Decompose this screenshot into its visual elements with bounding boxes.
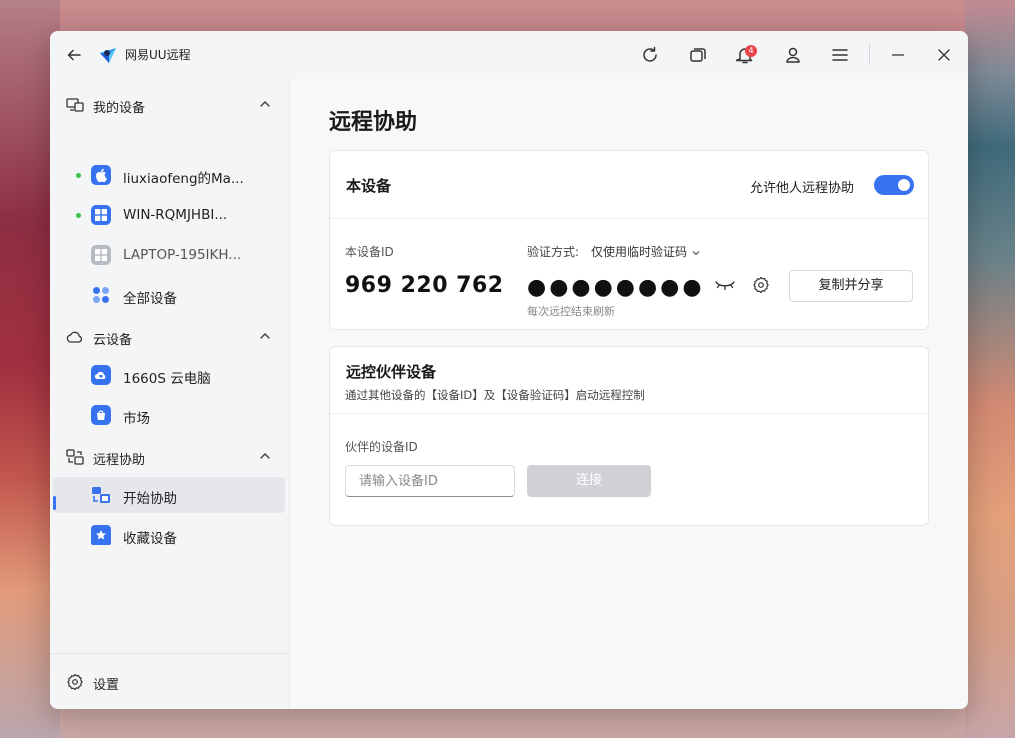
sidebar-item-cloud-pc[interactable]: 1660S 云电脑	[53, 357, 285, 393]
account-button[interactable]	[779, 41, 807, 69]
remote-assist-icon	[66, 449, 84, 465]
sidebar-item-device-win[interactable]: WIN-RQMJHBI...	[53, 197, 285, 233]
sidebar-item-start-assist[interactable]: 开始协助	[53, 477, 285, 513]
gear-icon	[67, 673, 83, 691]
card-divider	[330, 413, 928, 414]
sidebar: 我的设备 liuxiaofeng的Ma... WIN-RQMJHBI... LA…	[50, 79, 290, 709]
page-title: 远程协助	[329, 110, 418, 135]
chevron-up-icon	[260, 453, 270, 459]
verify-method-value: 仅使用临时验证码	[591, 245, 688, 259]
devices-icon	[66, 98, 84, 112]
notification-button[interactable]: 4	[731, 41, 759, 69]
close-button[interactable]	[930, 41, 958, 69]
windows-icon	[91, 245, 111, 265]
close-icon	[938, 49, 950, 61]
notification-badge: 4	[745, 45, 757, 57]
refresh-icon	[643, 46, 657, 62]
sidebar-item-label: 全部设备	[123, 291, 177, 307]
app-window: 网易UU远程 4 我的设备 liuxiaofeng的Ma... WIN-RQMJ…	[50, 31, 968, 709]
sidebar-group-label: 远程协助	[93, 453, 146, 468]
apple-icon	[91, 165, 111, 185]
main-content: 远程协助 本设备 允许他人远程协助 本设备ID 969 220 762 验证方式…	[290, 79, 968, 709]
chevron-up-icon	[260, 333, 270, 339]
settings-label: 设置	[93, 678, 120, 693]
verification-code-masked: ●●●●●●●●	[527, 275, 705, 300]
sidebar-item-label: liuxiaofeng的Ma...	[123, 171, 244, 187]
this-device-title: 本设备	[346, 177, 392, 195]
sidebar-item-label: WIN-RQMJHBI...	[123, 207, 228, 223]
back-button[interactable]	[60, 41, 88, 69]
sidebar-item-label: 市场	[123, 411, 150, 427]
windows-stack-icon	[690, 48, 706, 62]
partner-title: 远控伙伴设备	[346, 363, 437, 381]
sidebar-item-label: LAPTOP-195IKH...	[123, 247, 242, 263]
partner-description: 通过其他设备的【设备ID】及【设备验证码】启动远程控制	[345, 388, 645, 402]
refresh-button[interactable]	[636, 41, 664, 69]
minimize-icon	[892, 54, 904, 56]
cloud-pc-icon	[91, 365, 111, 385]
verify-method-select[interactable]: 仅使用临时验证码	[591, 243, 701, 260]
sidebar-item-label: 开始协助	[123, 491, 177, 507]
favorite-icon	[91, 525, 111, 545]
sidebar-item-device-laptop[interactable]: LAPTOP-195IKH...	[53, 237, 285, 273]
menu-button[interactable]	[826, 41, 854, 69]
verify-method-label: 验证方式:	[527, 245, 580, 259]
card-divider	[330, 218, 928, 219]
user-icon	[786, 47, 800, 63]
copy-share-button[interactable]: 复制并分享	[789, 270, 913, 302]
partner-id-label: 伙伴的设备ID	[345, 440, 418, 454]
title-bar: 网易UU远程 4	[50, 31, 968, 79]
hamburger-menu-icon	[832, 49, 848, 61]
titlebar-divider	[869, 44, 870, 64]
chevron-up-icon	[260, 101, 270, 107]
gear-icon[interactable]	[752, 276, 770, 294]
sidebar-group-label: 我的设备	[93, 101, 146, 116]
sidebar-group-label: 云设备	[93, 333, 133, 348]
start-assist-icon	[91, 485, 111, 505]
sidebar-group-my-devices[interactable]: 我的设备	[50, 85, 290, 125]
all-devices-icon	[91, 285, 111, 305]
sidebar-item-device-mac[interactable]: liuxiaofeng的Ma...	[53, 157, 285, 193]
desktop-wallpaper-right	[965, 0, 1015, 738]
sidebar-item-market[interactable]: 市场	[53, 397, 285, 433]
sidebar-item-label: 1660S 云电脑	[123, 371, 211, 387]
minimize-button[interactable]	[884, 41, 912, 69]
chevron-down-icon	[692, 250, 700, 255]
partner-device-card: 远控伙伴设备 通过其他设备的【设备ID】及【设备验证码】启动远程控制 伙伴的设备…	[329, 346, 929, 526]
allow-remote-toggle[interactable]	[874, 175, 914, 195]
multi-window-button[interactable]	[684, 41, 712, 69]
this-device-card: 本设备 允许他人远程协助 本设备ID 969 220 762 验证方式: 仅使用…	[329, 150, 929, 330]
sidebar-item-all-devices[interactable]: 全部设备	[53, 277, 285, 313]
sidebar-group-remote-assist[interactable]: 远程协助	[50, 437, 290, 477]
active-indicator	[53, 496, 56, 510]
cloud-icon	[66, 331, 83, 343]
sidebar-group-cloud-devices[interactable]: 云设备	[50, 317, 290, 357]
sidebar-item-label: 收藏设备	[123, 531, 177, 547]
sidebar-item-favorites[interactable]: 收藏设备	[53, 517, 285, 553]
device-id-value: 969 220 762	[345, 273, 504, 298]
refresh-note: 每次远控结束刷新	[527, 305, 615, 318]
device-id-label: 本设备ID	[345, 245, 394, 259]
app-logo-icon	[100, 48, 116, 63]
online-status-dot	[76, 173, 81, 178]
partner-id-input[interactable]	[345, 465, 515, 497]
settings-button[interactable]: 设置	[66, 671, 186, 695]
app-title: 网易UU远程	[125, 48, 191, 62]
connect-button[interactable]: 连接	[527, 465, 651, 497]
back-arrow-icon	[67, 49, 81, 61]
online-status-dot	[76, 213, 81, 218]
eye-closed-icon[interactable]	[714, 277, 736, 293]
market-icon	[91, 405, 111, 425]
windows-icon	[91, 205, 111, 225]
sidebar-divider	[50, 653, 290, 654]
allow-remote-label: 允许他人远程协助	[750, 181, 855, 196]
